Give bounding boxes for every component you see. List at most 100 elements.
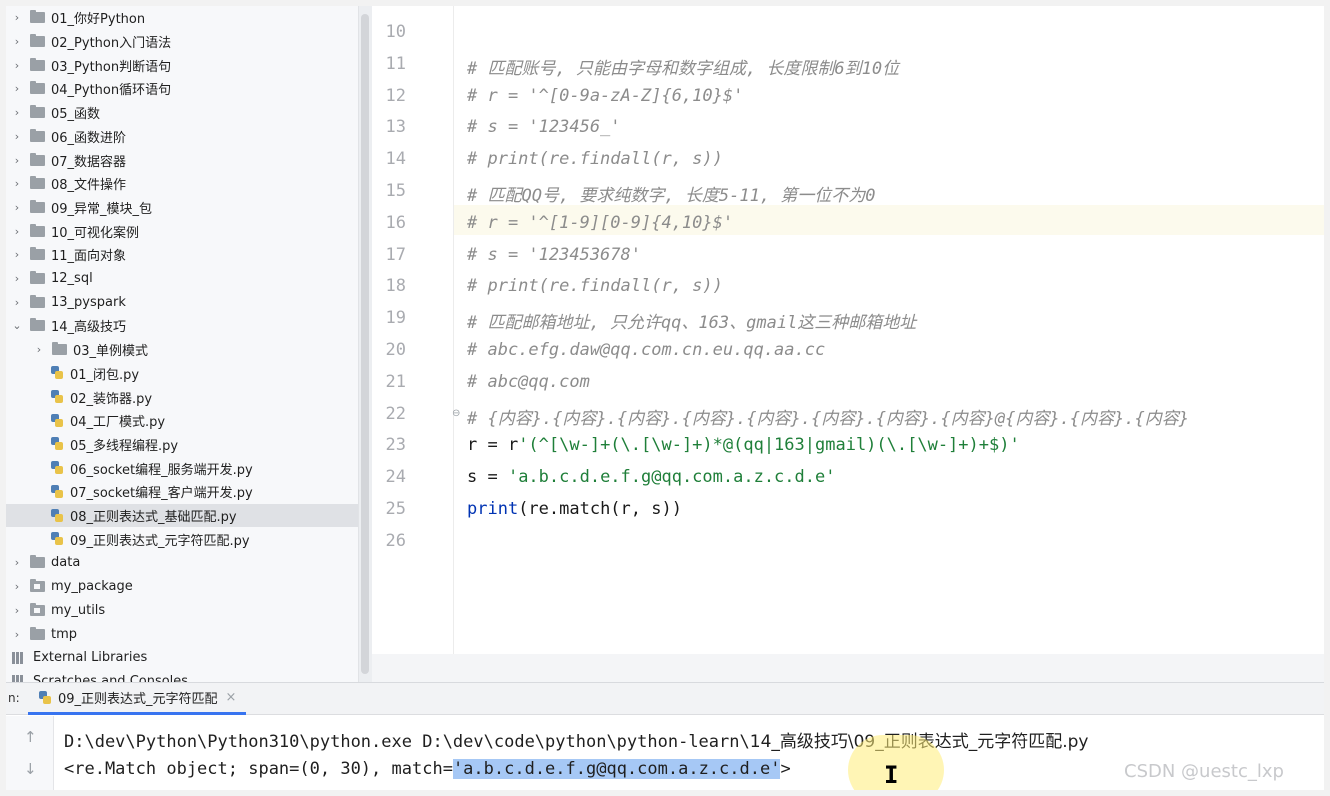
tree-item[interactable]: 05_多线程编程.py [6, 433, 358, 457]
code-comment-line[interactable]: # s = '123453678' [467, 245, 641, 265]
tree-item-label: Scratches and Consoles [33, 673, 189, 682]
run-tab[interactable]: 09_正则表达式_元字符匹配 × [28, 683, 247, 715]
tree-item[interactable]: › 13_pyspark [6, 290, 358, 314]
line-number: 20 [385, 340, 406, 360]
chevron-right-icon[interactable]: › [32, 343, 46, 356]
code-comment-line[interactable]: # {内容}.{内容}.{内容}.{内容}.{内容}.{内容}.{内容}.{内容… [467, 404, 1189, 429]
tree-item[interactable]: ⌄ 14_高级技巧 [6, 314, 358, 338]
code-comment-line[interactable]: # 匹配QQ号, 要求纯数字, 长度5-11, 第一位不为0 [467, 181, 876, 206]
code-token: # abc@qq.com [467, 371, 590, 392]
code-line[interactable]: s = 'a.b.c.d.e.f.g@qq.com.a.z.c.d.e' [467, 467, 835, 487]
tree-item[interactable]: 06_socket编程_服务端开发.py [6, 456, 358, 480]
tree-item[interactable]: 07_socket编程_客户端开发.py [6, 480, 358, 504]
tree-item[interactable]: 01_闭包.py [6, 362, 358, 386]
tree-item-label: 06_函数进阶 [51, 130, 127, 146]
chevron-right-icon[interactable]: › [10, 556, 24, 569]
tree-item[interactable]: › 04_Python循环语句 [6, 77, 358, 101]
tree-item[interactable]: › data [6, 551, 358, 575]
tree-item[interactable]: › my_package [6, 575, 358, 599]
console-selected-match[interactable]: 'a.b.c.d.e.f.g@qq.com.a.z.c.d.e' [452, 759, 781, 779]
scroll-down-icon[interactable]: ↓ [24, 760, 37, 778]
run-tab-label: 09_正则表达式_元字符匹配 [58, 692, 218, 707]
tree-item[interactable]: › 06_函数进阶 [6, 125, 358, 149]
tree-item[interactable]: 09_正则表达式_元字符匹配.py [6, 527, 358, 551]
code-token: (re.match(r, s)) [518, 499, 682, 519]
code-token: # r = '^[0-9a-zA-Z]{6,10}$' [467, 85, 744, 106]
tree-item[interactable]: › 02_Python入门语法 [6, 30, 358, 54]
code-editor[interactable]: 10 11 12 13 14 15 16 17 18 19 20 21 22 23 24 25 26 # 匹配账… [372, 6, 1324, 682]
tree-item[interactable]: 04_工厂模式.py [6, 409, 358, 433]
line-number: 25 [385, 499, 406, 519]
fold-icon[interactable]: ⊖ [452, 408, 460, 419]
chevron-right-icon[interactable]: › [10, 59, 24, 72]
chevron-right-icon[interactable]: › [10, 225, 24, 238]
package-folder-icon [30, 602, 45, 616]
tree-item[interactable]: Scratches and Consoles [6, 670, 358, 682]
chevron-right-icon[interactable]: › [10, 11, 24, 24]
code-comment-line[interactable]: # r = '^[1-9][0-9]{4,10}$' [467, 213, 733, 233]
line-number: 23 [385, 435, 406, 456]
tree-item-label: 04_工厂模式.py [70, 415, 166, 431]
tree-item[interactable]: › 12_sql [6, 267, 358, 291]
tree-item[interactable]: › 11_面向对象 [6, 243, 358, 267]
line-number: 18 [385, 276, 406, 297]
watermark: CSDN @uestc_lxp [1124, 761, 1284, 782]
line-number: 11 [385, 53, 406, 74]
chevron-right-icon[interactable]: › [10, 82, 24, 95]
console-command-path: D:\dev\Python\Python310\python.exe D:\de… [64, 732, 750, 752]
tree-item[interactable]: › 10_可视化案例 [6, 219, 358, 243]
chevron-right-icon[interactable]: › [10, 154, 24, 167]
code-comment-line[interactable]: # s = '123456_' [467, 117, 621, 137]
tree-item[interactable]: 02_装饰器.py [6, 385, 358, 409]
tree-item[interactable]: › 09_异常_模块_包 [6, 196, 358, 220]
tree-item-label: 02_Python入门语法 [51, 36, 172, 52]
console-result-line[interactable]: <re.Match object; span=(0, 30), match='a… [64, 759, 791, 779]
tree-item[interactable]: › 07_数据容器 [6, 148, 358, 172]
code-comment-line[interactable]: # 匹配邮箱地址, 只允许qq、163、gmail这三种邮箱地址 [467, 308, 916, 333]
project-tree: › 01_你好Python › 02_Python入门语法 › 03_Python判断语句… [6, 6, 372, 682]
tree-item-label: 01_闭包.py [70, 367, 140, 383]
tree-item[interactable]: External Libraries [6, 646, 358, 670]
code-token: # s = '123456_' [467, 117, 621, 138]
code-line[interactable]: r = r'(^[\w-]+(\.[\w-]+)*@(qq|163|gmail)… [467, 435, 1020, 455]
chevron-right-icon[interactable]: › [10, 130, 24, 143]
project-tree-scrollbar[interactable] [361, 14, 369, 674]
tree-item[interactable]: › 01_你好Python [6, 6, 358, 30]
chevron-right-icon[interactable]: › [10, 35, 24, 48]
code-comment-line[interactable]: # abc@qq.com [467, 372, 590, 392]
chevron-right-icon[interactable]: › [10, 580, 24, 593]
folder-icon [30, 247, 45, 261]
chevron-down-icon[interactable]: ⌄ [10, 319, 24, 332]
chevron-right-icon[interactable]: › [10, 248, 24, 261]
tree-item[interactable]: › 03_单例模式 [6, 338, 358, 362]
tree-item[interactable]: › 08_文件操作 [6, 172, 358, 196]
scroll-up-icon[interactable]: ↑ [24, 728, 37, 746]
code-comment-line[interactable]: # print(re.findall(r, s)) [467, 276, 723, 296]
code-comment-line[interactable]: # 匹配账号, 只能由字母和数字组成, 长度限制6到10位 [467, 54, 899, 79]
code-comment-line[interactable]: # r = '^[0-9a-zA-Z]{6,10}$' [467, 86, 743, 106]
chevron-right-icon[interactable]: › [10, 628, 24, 641]
folder-icon [30, 223, 45, 237]
chevron-right-icon[interactable]: › [10, 296, 24, 309]
chevron-right-icon[interactable]: › [10, 201, 24, 214]
chevron-right-icon[interactable]: › [10, 272, 24, 285]
chevron-right-icon[interactable]: › [10, 106, 24, 119]
close-icon[interactable]: × [226, 690, 237, 705]
tree-item[interactable]: › 03_Python判断语句 [6, 53, 358, 77]
folder-icon [30, 271, 45, 285]
chevron-right-icon[interactable]: › [10, 177, 24, 190]
tree-item-label: 07_socket编程_客户端开发.py [70, 486, 253, 502]
tree-item[interactable]: 08_正则表达式_基础匹配.py [6, 503, 358, 528]
tree-item-label: my_package [51, 579, 133, 595]
tree-item[interactable]: › tmp [6, 622, 358, 646]
tree-item[interactable]: › 05_函数 [6, 101, 358, 125]
code-comment-line[interactable]: # abc.efg.daw@qq.com.cn.eu.qq.aa.cc [467, 340, 825, 360]
tree-item-label: 07_数据容器 [51, 154, 127, 170]
code-comment-line[interactable]: # print(re.findall(r, s)) [467, 149, 723, 169]
tree-item-label: 06_socket编程_服务端开发.py [70, 462, 253, 478]
line-number: 15 [385, 181, 406, 201]
chevron-right-icon[interactable]: › [10, 604, 24, 617]
code-line[interactable]: print(re.match(r, s)) [467, 499, 682, 519]
tree-item[interactable]: › my_utils [6, 599, 358, 623]
editor-horizontal-scroll-area [372, 654, 1324, 682]
